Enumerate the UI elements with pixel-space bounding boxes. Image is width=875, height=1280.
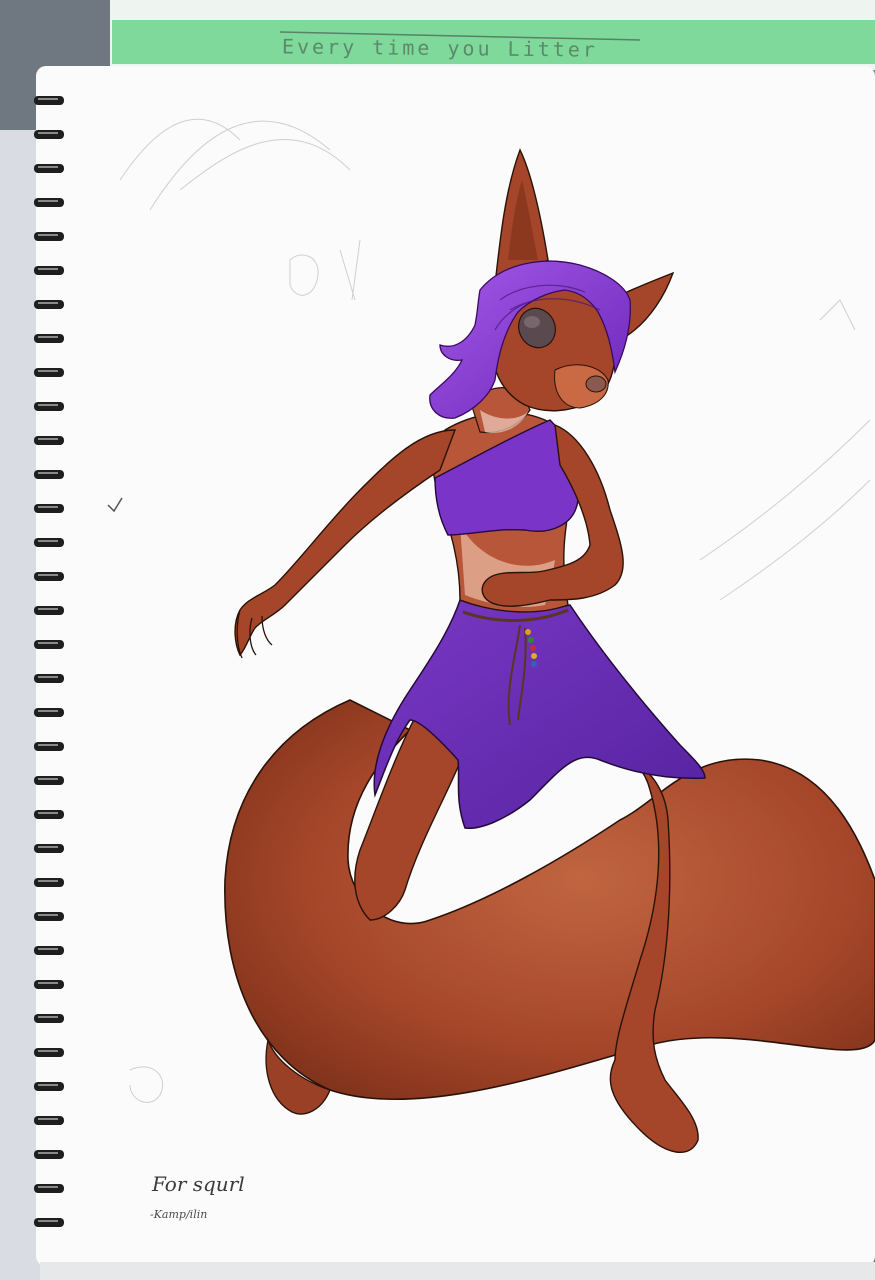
- spiral-ring: [34, 810, 64, 819]
- spiral-ring: [34, 96, 64, 105]
- spiral-ring: [34, 640, 64, 649]
- signature-line: For squrl: [152, 1172, 245, 1196]
- spiral-ring: [34, 980, 64, 989]
- spiral-ring: [34, 130, 64, 139]
- spiral-ring: [34, 776, 64, 785]
- spiral-ring: [34, 1218, 64, 1227]
- spiral-ring: [34, 844, 64, 853]
- spiral-ring: [34, 1048, 64, 1057]
- spiral-ring: [34, 674, 64, 683]
- spiral-ring: [34, 300, 64, 309]
- spiral-ring: [34, 1116, 64, 1125]
- spiral-ring: [34, 878, 64, 887]
- spiral-ring: [34, 1014, 64, 1023]
- spiral-ring: [34, 402, 64, 411]
- drawing-canvas: [0, 0, 875, 1280]
- spiral-ring: [34, 946, 64, 955]
- spiral-ring: [34, 436, 64, 445]
- signature-artist: -Kamp/ilin: [150, 1208, 208, 1221]
- spiral-ring: [34, 504, 64, 513]
- spiral-ring: [34, 232, 64, 241]
- spiral-ring: [34, 1184, 64, 1193]
- spiral-ring: [34, 470, 64, 479]
- spiral-ring: [34, 1150, 64, 1159]
- spiral-ring: [34, 198, 64, 207]
- sketchbook-photo: Every time you Litter For squrl -Kamp/il…: [0, 0, 875, 1280]
- spiral-ring: [34, 606, 64, 615]
- spiral-ring: [34, 164, 64, 173]
- spiral-ring: [34, 742, 64, 751]
- spiral-ring: [34, 912, 64, 921]
- spiral-ring: [34, 572, 64, 581]
- spiral-ring: [34, 266, 64, 275]
- spiral-ring: [34, 1082, 64, 1091]
- spiral-ring: [34, 708, 64, 717]
- nose: [585, 375, 607, 393]
- spiral-ring: [34, 538, 64, 547]
- spiral-ring: [34, 368, 64, 377]
- spiral-ring: [34, 334, 64, 343]
- green-sheet-text: Every time you Litter: [281, 34, 598, 62]
